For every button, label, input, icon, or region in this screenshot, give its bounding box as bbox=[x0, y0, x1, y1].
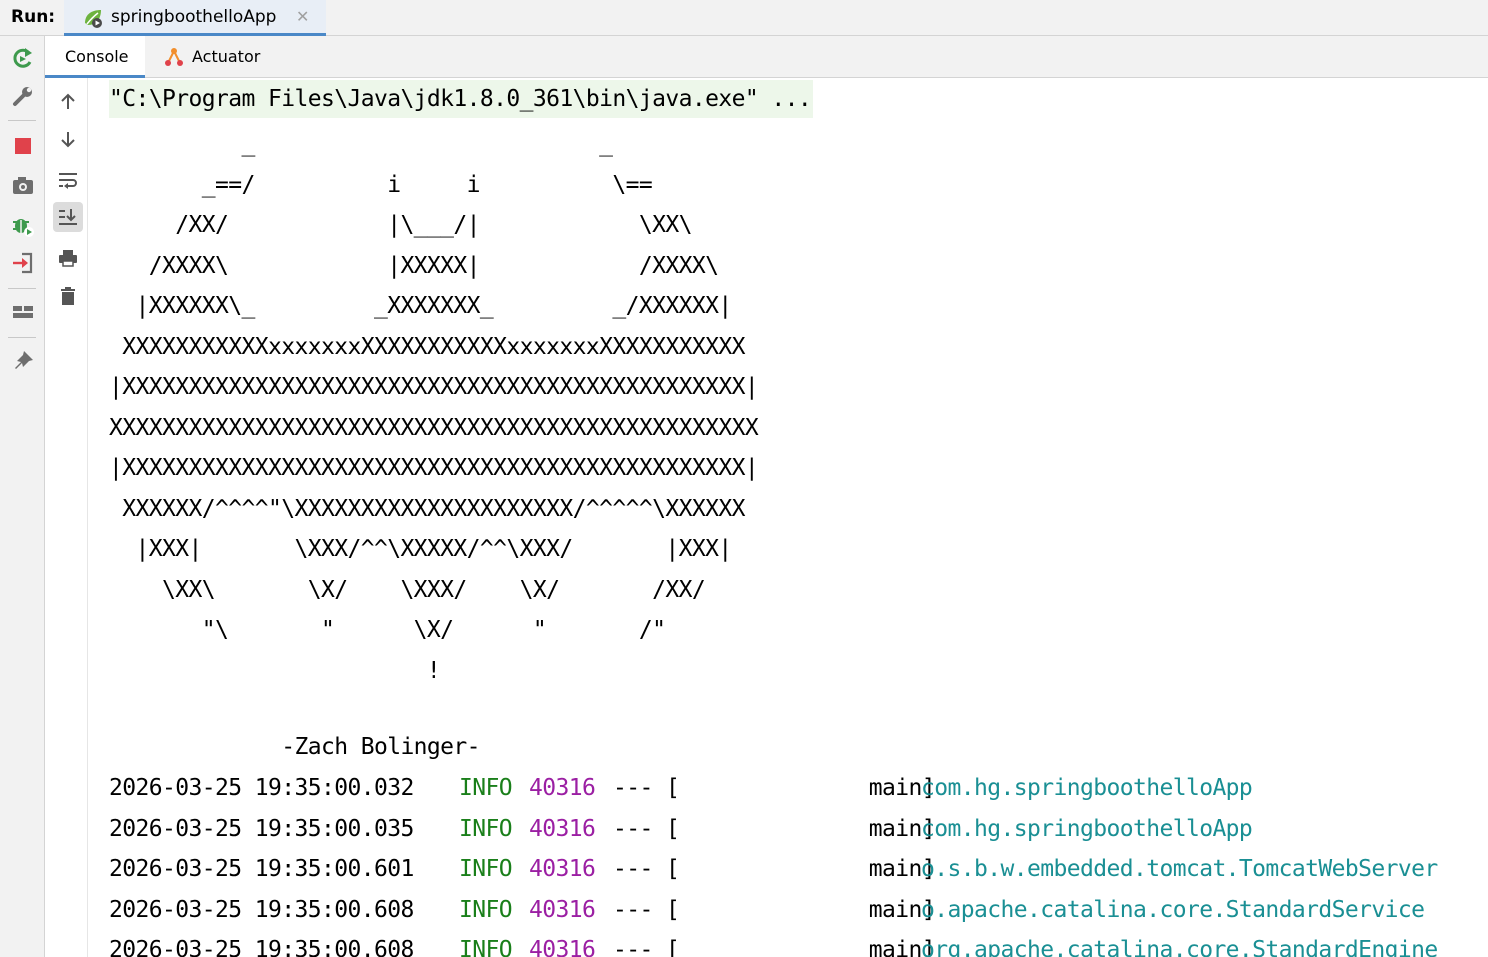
log-timestamp: 2026-03-25 19:35:00.608 bbox=[109, 896, 414, 923]
console-toolbar bbox=[45, 78, 88, 957]
rerun-icon[interactable] bbox=[10, 45, 36, 71]
camera-icon[interactable] bbox=[10, 172, 36, 198]
log-pid: 40316 bbox=[529, 775, 596, 801]
layout-icon[interactable] bbox=[10, 299, 36, 325]
log-timestamp: 2026-03-25 19:35:00.035 bbox=[109, 815, 414, 842]
log-separator: --- [ bbox=[613, 896, 680, 923]
soft-wrap-icon bbox=[59, 173, 77, 189]
log-timestamp: 2026-03-25 19:35:00.608 bbox=[109, 937, 414, 957]
actuator-icon bbox=[165, 48, 183, 66]
arrow-up-button[interactable] bbox=[53, 86, 83, 116]
log-logger-link[interactable]: com.hg.springboothelloApp bbox=[921, 809, 1253, 850]
arrow-down-button[interactable] bbox=[53, 125, 83, 155]
log-separator: --- [ bbox=[613, 815, 680, 842]
log-level: INFO bbox=[459, 815, 513, 842]
log-level: INFO bbox=[459, 775, 513, 801]
console-tab-bar: Console Actuator bbox=[45, 36, 1488, 78]
log-pid: 40316 bbox=[529, 815, 596, 842]
log-line: 2026-03-25 19:35:00.032 INFO 40316 --- [… bbox=[109, 768, 1253, 809]
run-side-toolbar bbox=[0, 36, 45, 957]
java-command-line[interactable]: "C:\Program Files\Java\jdk1.8.0_361\bin\… bbox=[109, 80, 814, 118]
debug-icon[interactable] bbox=[10, 212, 36, 238]
toolbar-separator bbox=[8, 288, 36, 289]
run-tab-label: springboothelloApp bbox=[111, 7, 277, 27]
log-pid: 40316 bbox=[529, 937, 596, 957]
arrow-down-icon bbox=[61, 132, 75, 148]
log-separator: --- [ bbox=[613, 856, 680, 882]
log-lines: 2026-03-25 19:35:00.032 INFO 40316 --- [… bbox=[109, 768, 1438, 957]
tab-console[interactable]: Console bbox=[45, 36, 145, 78]
log-timestamp: 2026-03-25 19:35:00.032 bbox=[109, 775, 414, 801]
run-tab-springboothelloapp[interactable]: springboothelloApp ✕ bbox=[64, 0, 326, 36]
spring-boot-icon bbox=[85, 10, 102, 28]
close-icon[interactable]: ✕ bbox=[296, 7, 309, 26]
wrench-icon[interactable] bbox=[10, 83, 36, 109]
log-line: 2026-03-25 19:35:00.035 INFO 40316 --- [… bbox=[109, 809, 1253, 850]
scroll-to-end-button[interactable] bbox=[53, 202, 83, 232]
log-line: 2026-03-25 19:35:00.601 INFO 40316 --- [… bbox=[109, 849, 1438, 890]
log-separator: --- [ bbox=[613, 937, 680, 957]
scroll-to-end-icon bbox=[59, 209, 77, 225]
ascii-banner: _ _ _==/ i i \== /XX/ |\___/| \XX\ /XXXX… bbox=[109, 131, 759, 684]
toolbar-separator bbox=[8, 337, 36, 338]
print-icon bbox=[59, 250, 77, 267]
log-logger-link[interactable]: o.apache.catalina.core.StandardService bbox=[921, 890, 1425, 931]
banner-author: -Zach Bolinger- bbox=[109, 734, 480, 760]
log-level: INFO bbox=[459, 856, 513, 882]
log-level: INFO bbox=[459, 937, 513, 957]
tab-console-label: Console bbox=[65, 47, 129, 66]
log-level: INFO bbox=[459, 896, 513, 923]
log-pid: 40316 bbox=[529, 856, 596, 882]
toolbar-separator bbox=[8, 120, 36, 121]
log-separator: --- [ bbox=[613, 775, 680, 801]
tab-actuator[interactable]: Actuator bbox=[163, 36, 293, 78]
log-logger-link[interactable]: org.apache.catalina.core.StandardEngine bbox=[921, 930, 1438, 957]
pin-icon[interactable] bbox=[10, 348, 36, 374]
log-timestamp: 2026-03-25 19:35:00.601 bbox=[109, 856, 414, 882]
arrow-up-icon bbox=[61, 93, 75, 109]
log-logger-link[interactable]: com.hg.springboothelloApp bbox=[921, 768, 1253, 809]
stop-icon[interactable] bbox=[10, 133, 36, 159]
log-line: 2026-03-25 19:35:00.608 INFO 40316 --- [… bbox=[109, 890, 1425, 931]
trash-icon bbox=[61, 287, 75, 305]
run-label: Run: bbox=[11, 7, 56, 27]
clear-all-button[interactable] bbox=[53, 281, 83, 311]
soft-wrap-button[interactable] bbox=[53, 165, 83, 195]
print-button[interactable] bbox=[53, 243, 83, 273]
run-toolwindow-header: Run: springboothelloApp ✕ bbox=[0, 0, 1488, 36]
exit-icon[interactable] bbox=[10, 250, 36, 276]
log-logger-link[interactable]: o.s.b.w.embedded.tomcat.TomcatWebServer bbox=[921, 849, 1438, 890]
tab-actuator-label: Actuator bbox=[192, 47, 261, 66]
log-line: 2026-03-25 19:35:00.608 INFO 40316 --- [… bbox=[109, 930, 1438, 957]
console-output[interactable]: "C:\Program Files\Java\jdk1.8.0_361\bin\… bbox=[88, 78, 1488, 957]
log-pid: 40316 bbox=[529, 896, 596, 923]
